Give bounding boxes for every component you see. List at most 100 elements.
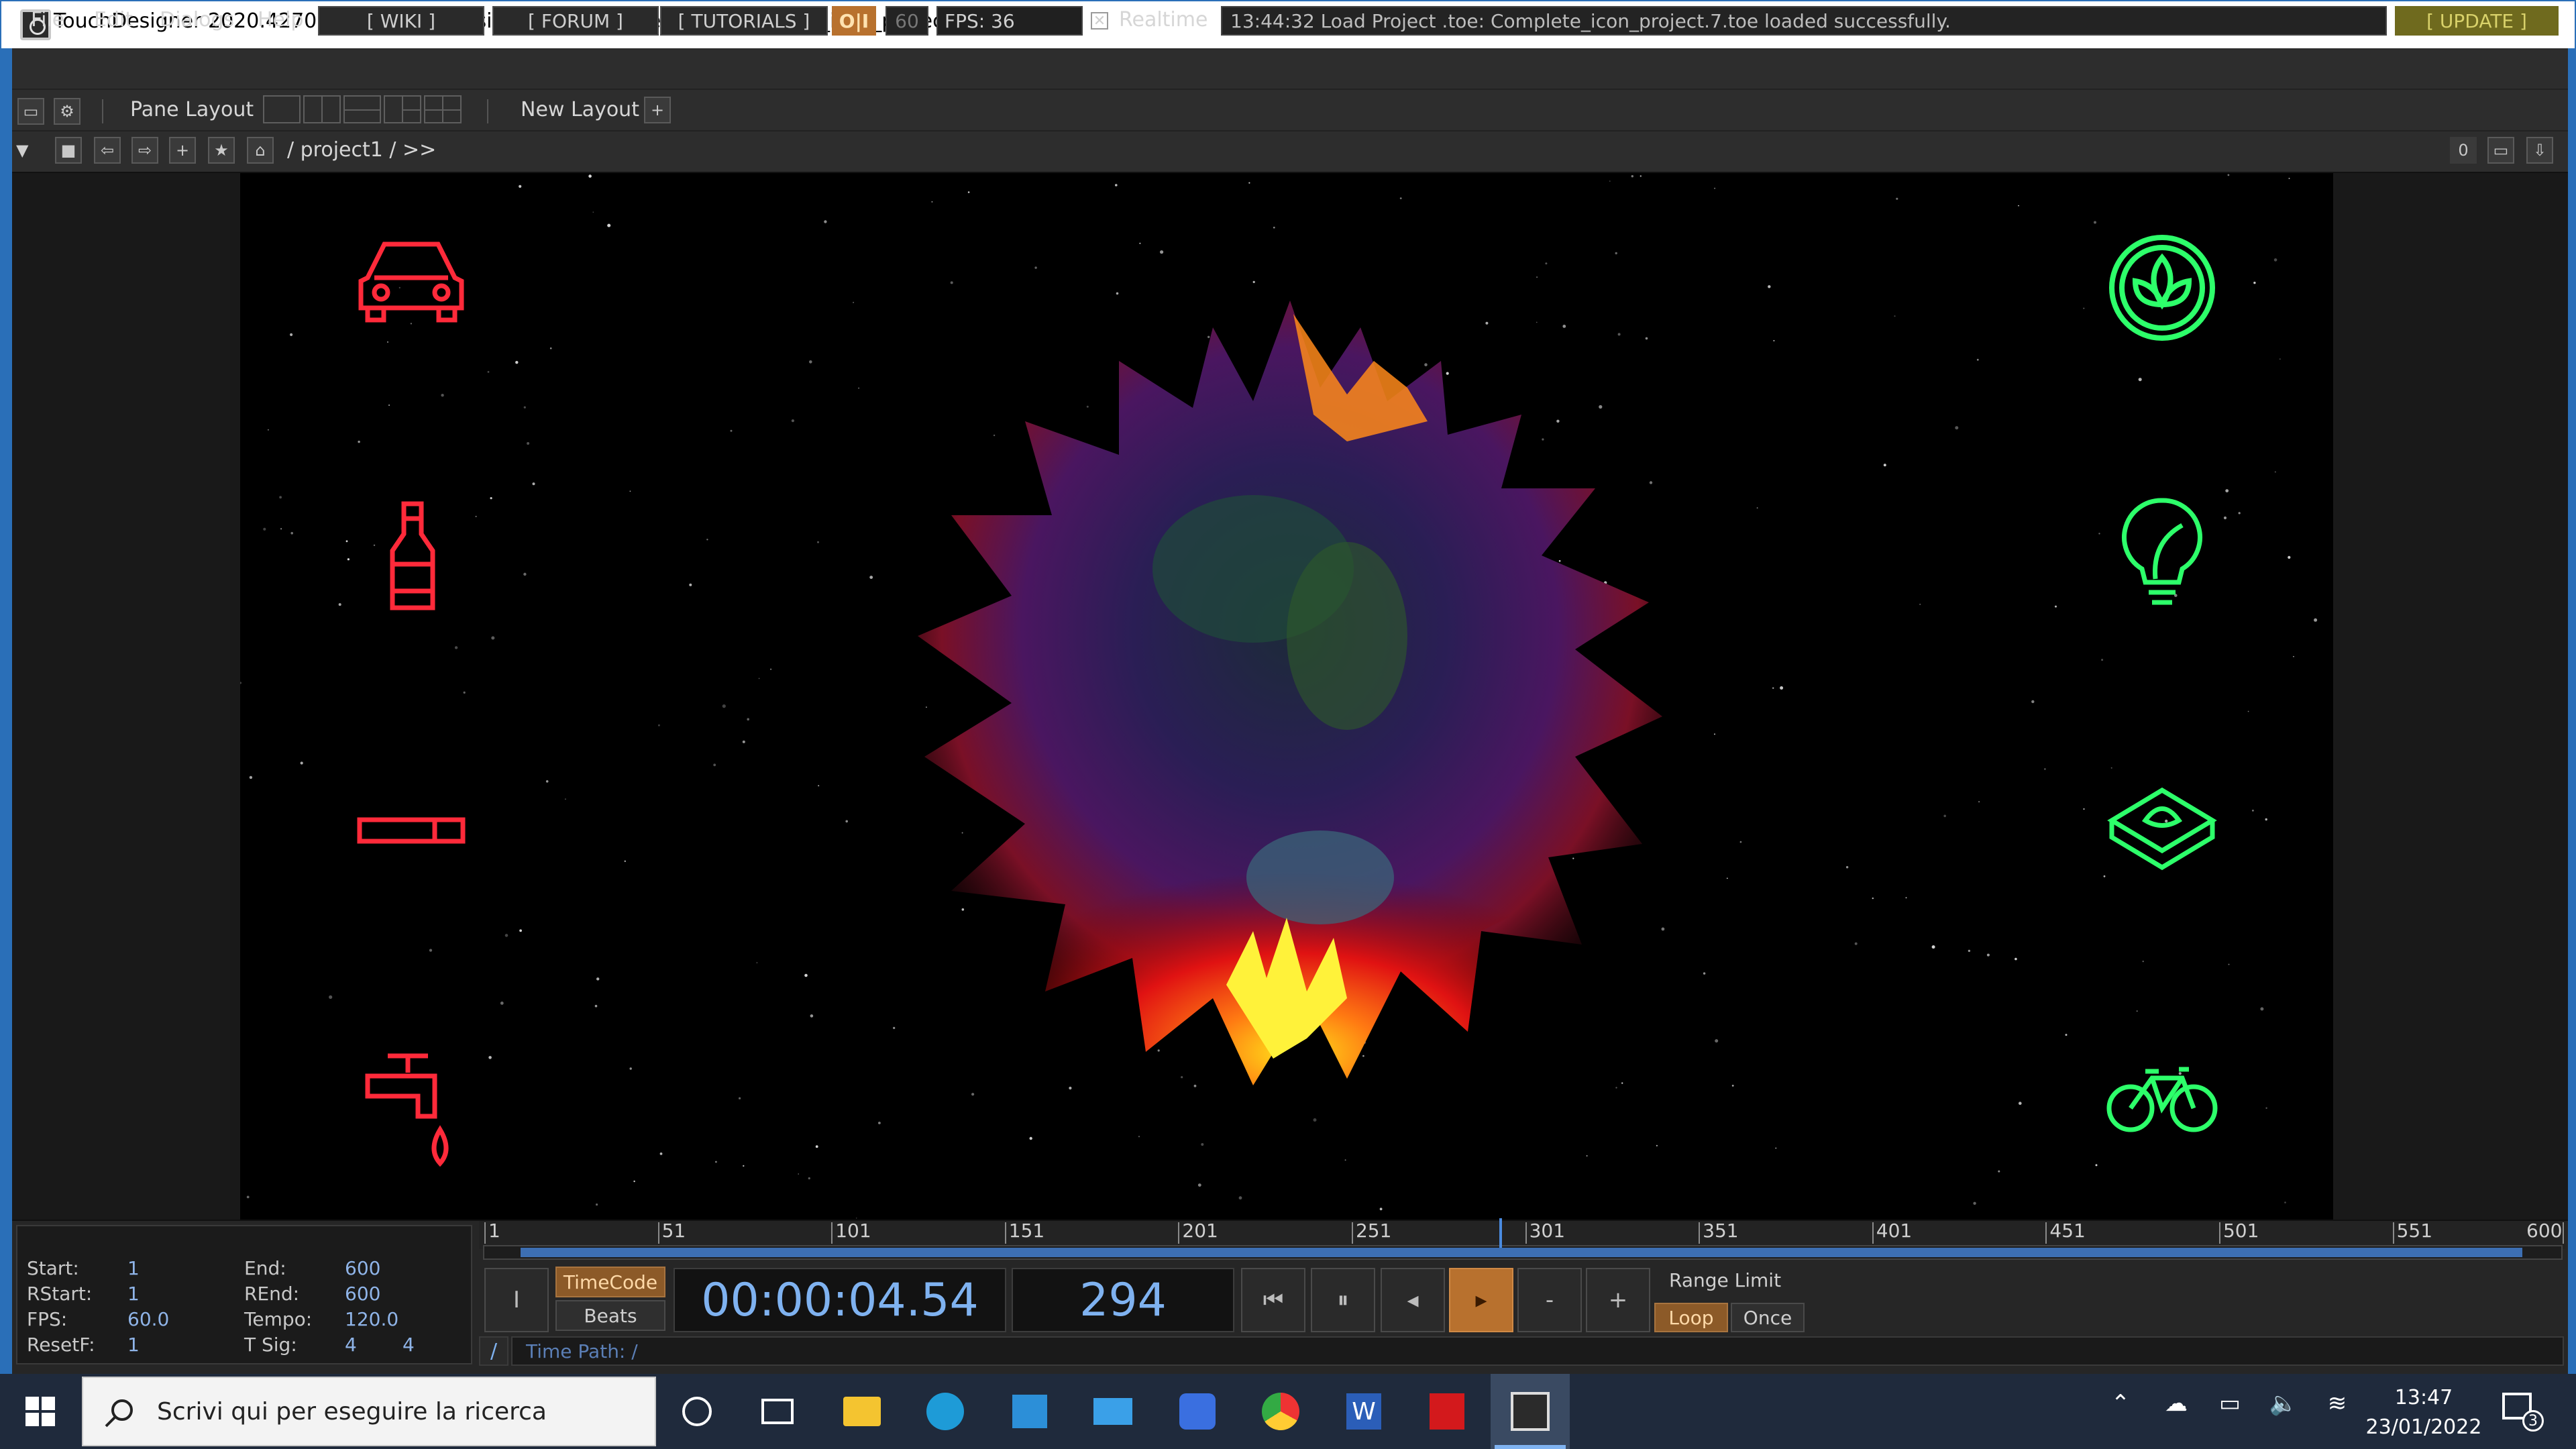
render-output[interactable] [240, 173, 2333, 1220]
rend-value[interactable]: 600 [345, 1283, 380, 1305]
star [2279, 358, 2281, 360]
rstart-value[interactable]: 1 [127, 1283, 140, 1305]
network-icon[interactable]: ⚙ [54, 98, 80, 125]
star-icon[interactable]: ★ [208, 137, 235, 164]
tsig-numerator[interactable]: 4 [345, 1334, 357, 1356]
star [931, 201, 933, 203]
fps-value[interactable]: 60.0 [127, 1308, 169, 1330]
ruler-tick-label: 51 [661, 1220, 686, 1242]
taskbar-search-box[interactable]: Scrivi qui per eseguire la ricerca [82, 1377, 656, 1446]
pause-button[interactable]: ⏸ [1311, 1268, 1375, 1332]
time-path-root[interactable]: / [479, 1336, 508, 1366]
wifi-icon[interactable]: ≋ [2317, 1390, 2357, 1417]
tempo-value[interactable]: 120.0 [345, 1308, 398, 1330]
step-forward-button[interactable]: + [1586, 1268, 1650, 1332]
layout-three-button[interactable] [384, 95, 421, 123]
layout-single-button[interactable] [263, 95, 301, 123]
network-path[interactable]: / project1 / >> [287, 138, 436, 162]
clock-date[interactable]: 23/01/2022 [2361, 1415, 2486, 1439]
frame-display[interactable]: 294 [1012, 1268, 1234, 1332]
layout-split-horizontal-button[interactable] [343, 95, 381, 123]
file-explorer-icon[interactable] [822, 1374, 902, 1449]
maximize-pane-icon[interactable]: ▭ [2487, 137, 2514, 164]
tutorials-button[interactable]: [ TUTORIALS ] [660, 6, 828, 36]
loop-button[interactable]: Loop [1654, 1303, 1728, 1332]
time-path-field[interactable]: Time Path: / [511, 1336, 2564, 1366]
onedrive-icon[interactable]: ☁ [2156, 1390, 2196, 1417]
rstart-label: RStart: [27, 1283, 93, 1305]
notification-center-icon[interactable]: 3 [2502, 1390, 2545, 1432]
forward-arrow-icon[interactable]: ⇨ [131, 137, 158, 164]
timeline-range-bar[interactable] [521, 1248, 2522, 1257]
wiki-button[interactable]: [ WIKI ] [318, 6, 484, 36]
chrome-icon[interactable] [1241, 1374, 1320, 1449]
star [2095, 1164, 2098, 1167]
star [1615, 252, 1617, 255]
star [2031, 700, 2035, 704]
menu-edit[interactable]: Edit [94, 8, 133, 32]
ruler-tick-label: 351 [1703, 1220, 1739, 1242]
timeline-cursor-button[interactable]: I [484, 1268, 549, 1332]
once-button[interactable]: Once [1731, 1303, 1805, 1332]
ruler-tick [1004, 1222, 1006, 1244]
update-button[interactable]: [ UPDATE ] [2395, 6, 2559, 36]
layout-four-button[interactable] [424, 95, 462, 123]
beats-toggle[interactable]: Beats [555, 1300, 665, 1331]
fps-cap-field[interactable]: 60 [885, 6, 928, 36]
tray-expand-icon[interactable]: ⌃ [2104, 1390, 2137, 1417]
window-border-right [2568, 48, 2576, 1374]
layout-split-vertical-button[interactable] [303, 95, 341, 123]
car-icon [358, 241, 464, 323]
rewind-to-start-button[interactable]: ⏮ [1241, 1268, 1305, 1332]
ruler-tick-label: 501 [2222, 1220, 2259, 1242]
teams-icon[interactable] [1158, 1374, 1237, 1449]
timecode-display[interactable]: 00:00:04.54 [674, 1268, 1006, 1332]
play-backward-button[interactable]: ◂ [1381, 1268, 1445, 1332]
add-layout-button[interactable]: + [644, 97, 671, 123]
playhead[interactable] [1499, 1218, 1503, 1248]
realtime-checkbox[interactable]: ✕ [1091, 12, 1108, 30]
acrobat-icon[interactable] [1407, 1374, 1487, 1449]
mail-icon[interactable] [1073, 1374, 1152, 1449]
star [592, 211, 594, 213]
star [855, 1218, 857, 1219]
pane-menu-icon[interactable]: ▼ [16, 141, 28, 160]
resetf-value[interactable]: 1 [127, 1334, 140, 1356]
back-arrow-icon[interactable]: ⇦ [94, 137, 121, 164]
task-view-icon[interactable] [738, 1374, 817, 1449]
volume-icon[interactable]: 🔈 [2263, 1390, 2304, 1417]
viewer-icon[interactable]: ▭ [17, 98, 44, 125]
home-icon[interactable]: ⌂ [247, 137, 274, 164]
search-placeholder: Scrivi qui per eseguire la ricerca [157, 1397, 547, 1426]
forum-button[interactable]: [ FORUM ] [492, 6, 659, 36]
star [2273, 258, 2277, 262]
ruler-tick [2563, 1222, 2564, 1244]
menu-dialogs[interactable]: Dialogs [160, 8, 234, 32]
star [2019, 1102, 2022, 1105]
menu-help[interactable]: Help [258, 8, 303, 32]
tsig-denominator[interactable]: 4 [402, 1334, 415, 1356]
new-layout-button[interactable]: New Layout [521, 98, 639, 121]
step-back-button[interactable]: - [1517, 1268, 1582, 1332]
star [519, 929, 522, 932]
cortana-icon[interactable] [657, 1374, 737, 1449]
fps-label: FPS: [27, 1308, 68, 1330]
menu-file[interactable]: File [31, 8, 64, 32]
touchdesigner-taskbar-icon[interactable] [1491, 1374, 1570, 1449]
timecode-toggle[interactable]: TimeCode [555, 1267, 665, 1297]
ruler-tick-label: 301 [1529, 1220, 1566, 1242]
clock-time[interactable]: 13:47 [2375, 1386, 2473, 1409]
add-node-icon[interactable]: + [169, 137, 196, 164]
windows-start-button[interactable] [0, 1374, 80, 1449]
microsoft-store-icon[interactable] [990, 1374, 1069, 1449]
star [1739, 841, 1742, 843]
battery-icon[interactable]: ▭ [2210, 1390, 2250, 1417]
start-value[interactable]: 1 [127, 1257, 140, 1279]
edge-browser-icon[interactable] [906, 1374, 985, 1449]
play-forward-button[interactable]: ▸ [1449, 1268, 1513, 1332]
pin-icon[interactable]: ⇩ [2526, 137, 2553, 164]
word-icon[interactable]: W [1324, 1374, 1403, 1449]
end-value[interactable]: 600 [345, 1257, 380, 1279]
stop-icon[interactable]: ■ [55, 137, 82, 164]
oi-toggle-button[interactable]: O|I [832, 6, 876, 36]
